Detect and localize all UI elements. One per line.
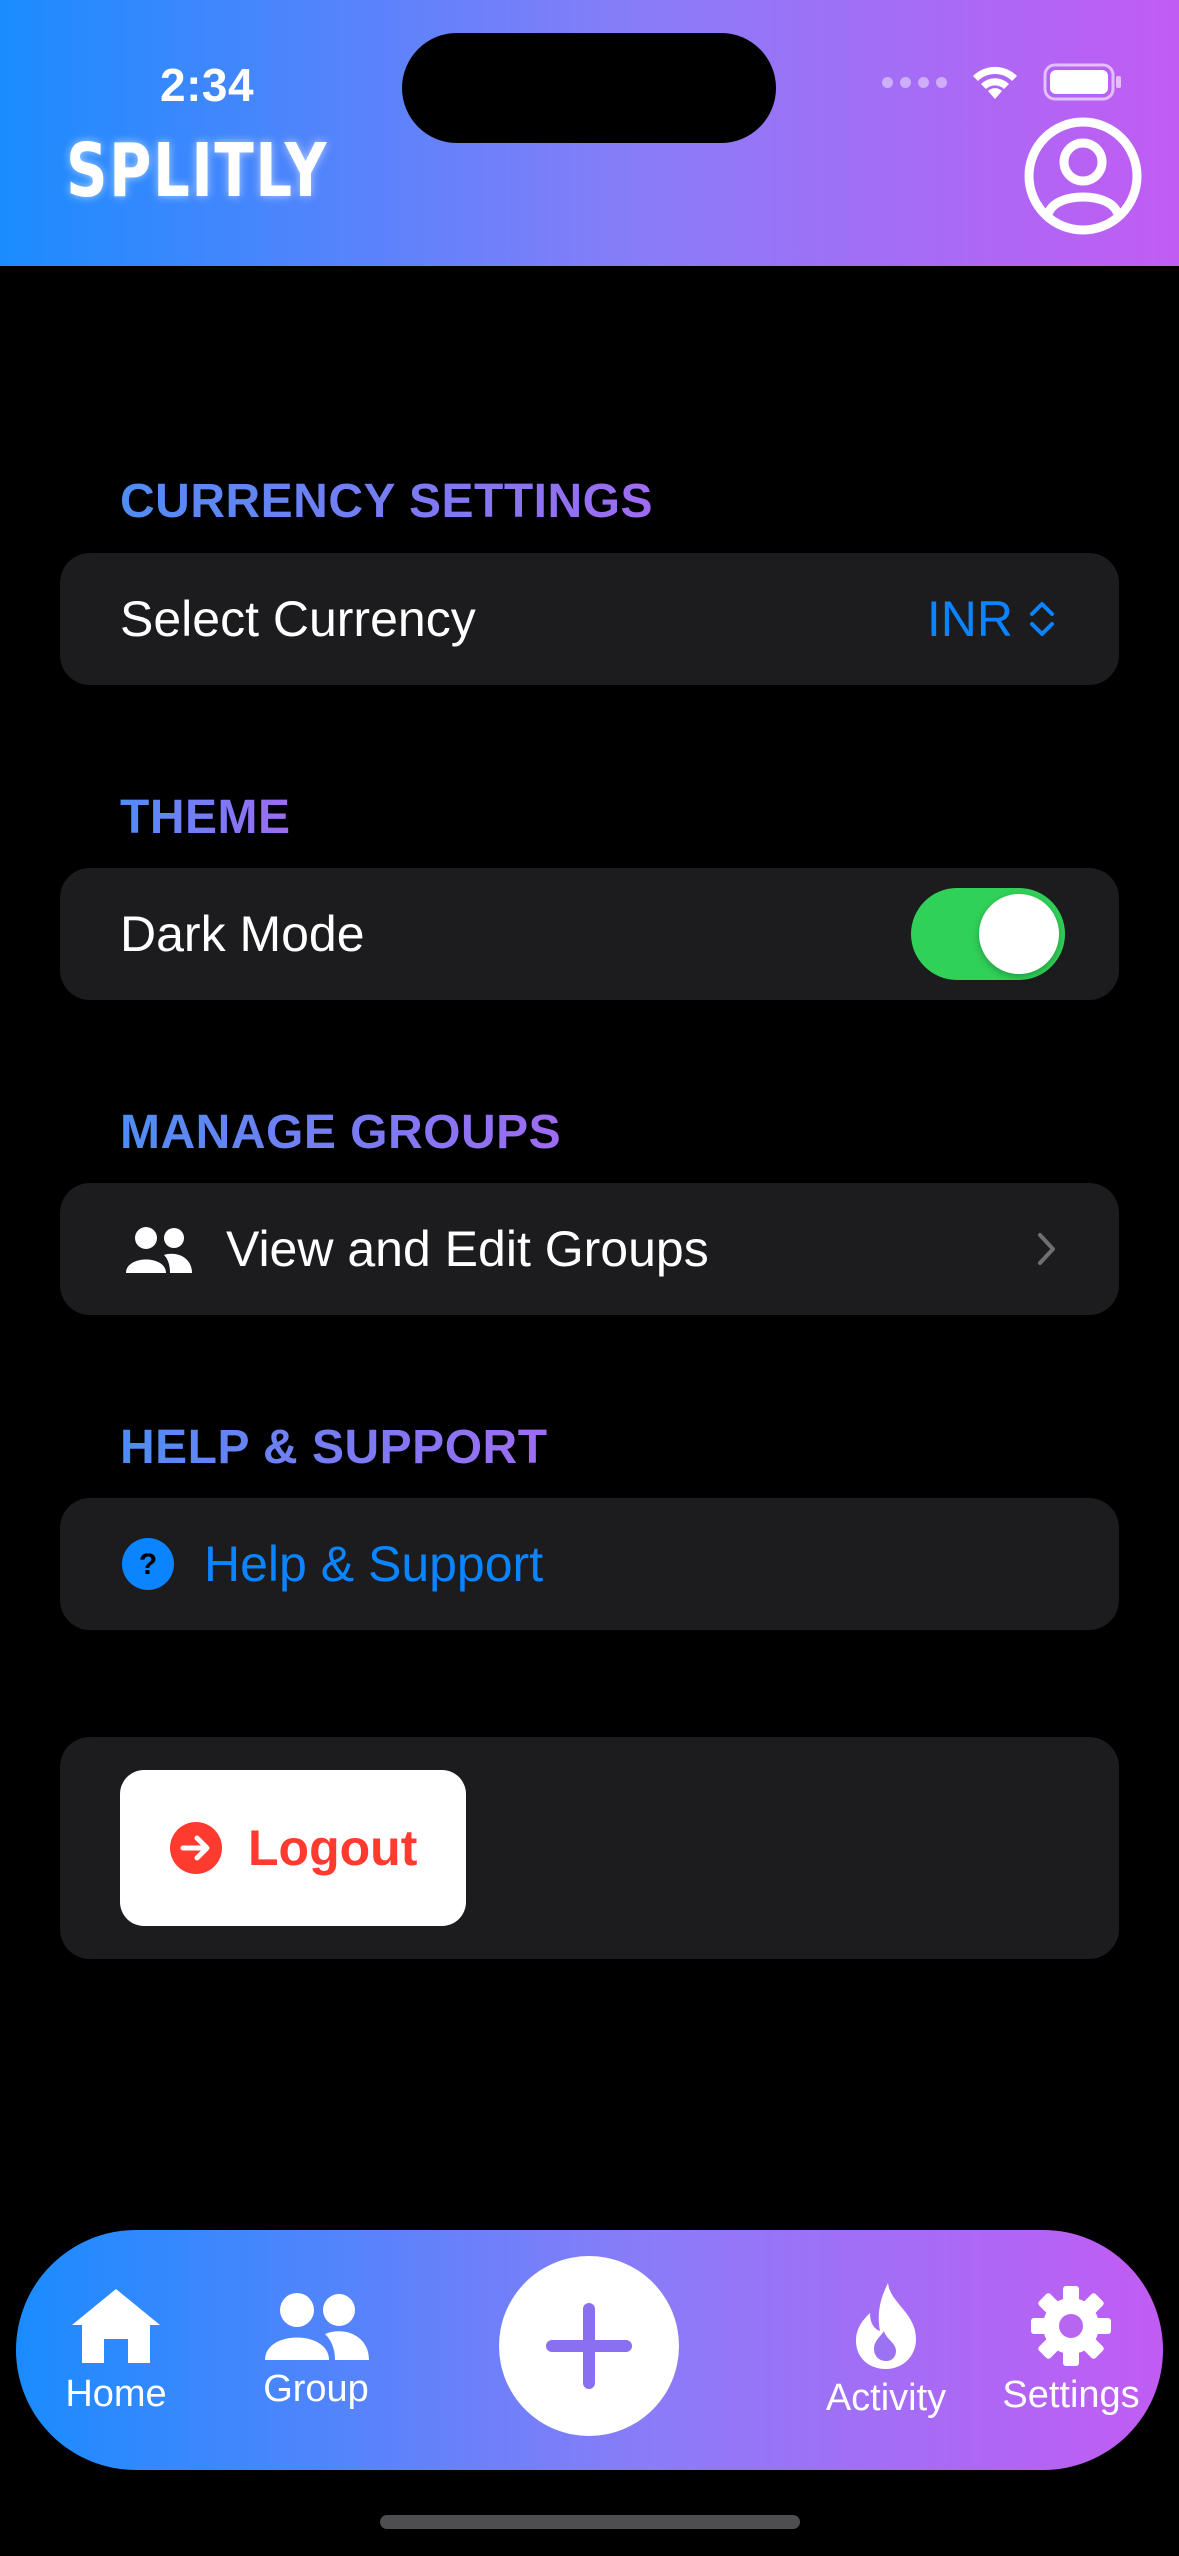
arrow-right-circle-icon <box>170 1822 222 1874</box>
dark-mode-label: Dark Mode <box>120 906 365 962</box>
dynamic-island <box>402 33 776 143</box>
app-header: 2:34 SPLITLY <box>0 0 1179 266</box>
status-indicators <box>882 62 1123 102</box>
house-icon <box>72 2288 160 2363</box>
tab-group-label: Group <box>263 2367 369 2410</box>
profile-icon[interactable] <box>1023 116 1143 236</box>
app-title: SPLITLY <box>66 128 329 214</box>
cellular-signal-icon <box>882 76 947 88</box>
tab-settings-label: Settings <box>1002 2373 1140 2416</box>
dark-mode-row: Dark Mode <box>60 868 1119 1000</box>
status-time: 2:34 <box>160 59 255 111</box>
tab-bar: Home Group Activity Settings <box>16 2230 1163 2470</box>
gear-icon <box>1031 2285 1111 2366</box>
tab-settings[interactable]: Settings <box>981 2230 1161 2470</box>
help-support-row[interactable]: ? Help & Support <box>60 1498 1119 1630</box>
home-indicator[interactable] <box>380 2515 800 2529</box>
view-edit-groups-label: View and Edit Groups <box>226 1221 709 1277</box>
battery-icon <box>1043 63 1121 101</box>
section-title-help: HELP & SUPPORT <box>120 1421 548 1474</box>
svg-text:?: ? <box>139 1548 157 1581</box>
view-edit-groups-row[interactable]: View and Edit Groups <box>60 1183 1119 1315</box>
chevron-up-down-icon <box>1030 602 1054 636</box>
logout-button[interactable]: Logout <box>120 1770 466 1926</box>
logout-card: Logout <box>60 1737 1119 1959</box>
tab-home-label: Home <box>65 2372 167 2415</box>
chevron-right-icon <box>1038 1233 1055 1265</box>
wifi-icon <box>973 66 1017 99</box>
people-icon <box>126 1227 192 1273</box>
dark-mode-toggle[interactable] <box>911 888 1065 980</box>
currency-picker[interactable]: INR <box>927 590 1057 648</box>
settings-screen: 2:34 SPLITLY CURRENCY SETTINGS Select Cu… <box>0 0 1179 2556</box>
add-expense-button[interactable] <box>499 2256 679 2436</box>
section-title-theme: THEME <box>120 791 291 844</box>
plus-icon <box>546 2303 632 2389</box>
select-currency-label: Select Currency <box>120 591 476 647</box>
tab-activity-label: Activity <box>825 2376 947 2419</box>
question-circle-icon: ? <box>122 1538 174 1590</box>
section-title-currency: CURRENCY SETTINGS <box>120 475 654 528</box>
tab-group[interactable]: Group <box>216 2230 416 2470</box>
toggle-knob <box>979 894 1059 974</box>
tab-home[interactable]: Home <box>16 2230 216 2470</box>
flame-icon <box>856 2282 916 2369</box>
tab-activity[interactable]: Activity <box>786 2230 986 2470</box>
section-title-groups: MANAGE GROUPS <box>120 1106 562 1159</box>
people-icon <box>265 2292 369 2360</box>
help-support-label: Help & Support <box>204 1536 544 1592</box>
logout-label: Logout <box>248 1820 418 1876</box>
currency-value: INR <box>926 591 1013 647</box>
select-currency-row[interactable]: Select Currency INR <box>60 553 1119 685</box>
